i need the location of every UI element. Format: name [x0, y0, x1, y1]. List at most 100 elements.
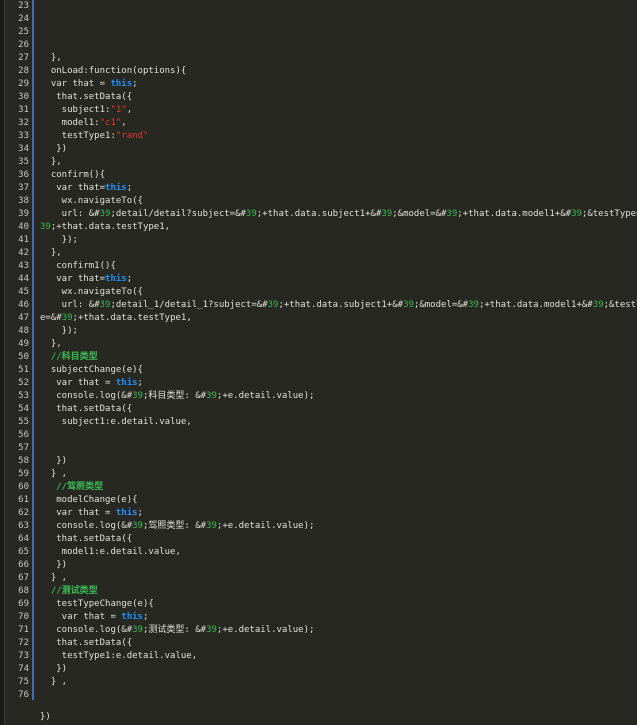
code-token: ; — [137, 378, 143, 388]
code-token: ;detail/detail?subject=&# — [110, 209, 246, 219]
keyword-token: this — [115, 378, 138, 388]
entity-token: 39 — [571, 209, 582, 219]
line-number: 38 — [18, 196, 29, 206]
code-token: e=&# — [40, 313, 62, 323]
entity-token: 39 — [61, 313, 73, 323]
code-token: }) — [40, 664, 68, 674]
code-token: ;+e.detail.value); — [216, 521, 315, 531]
line-number: 27 — [18, 53, 29, 63]
line-number: 41 — [18, 235, 29, 245]
code-token: }) — [40, 456, 68, 466]
line-number: 68 — [18, 586, 29, 596]
line-number: 67 — [18, 573, 29, 583]
code-token: , — [126, 105, 133, 115]
code-token: that.setData({ — [40, 638, 133, 648]
line-number: 30 — [18, 92, 29, 102]
code-token: subjectChange(e){ — [40, 365, 143, 375]
code-token: } , — [40, 573, 68, 583]
line-number: 35 — [18, 157, 29, 167]
entity-token: 39 — [40, 222, 51, 232]
line-number: 45 — [18, 287, 29, 297]
entity-token: 39 — [468, 300, 479, 310]
entity-token: 39 — [132, 391, 143, 401]
entity-token: 39 — [99, 300, 111, 310]
code-token: that.setData({ — [40, 404, 133, 414]
code-token: subject1:e.detail.value, — [40, 417, 192, 427]
code-token: ;驾照类型: &# — [142, 521, 207, 531]
code-line: var that=this; — [40, 182, 633, 195]
line-number: 70 — [18, 612, 29, 622]
line-number: 51 — [18, 365, 29, 375]
code-token: var that = — [40, 508, 116, 518]
line-number: 46 — [18, 300, 29, 310]
line-number: 31 — [18, 105, 29, 115]
keyword-token: this — [105, 183, 127, 193]
code-line: }, — [40, 156, 633, 169]
code-token: console.log(&# — [40, 521, 133, 531]
line-number: 33 — [18, 131, 29, 141]
code-line: testTypeChange(e){ — [40, 598, 633, 611]
code-token: ;+e.detail.value); — [216, 391, 315, 401]
line-number: 26 — [18, 40, 29, 50]
code-token: }) — [40, 144, 68, 154]
line-number: 60 — [18, 482, 29, 492]
code-line: subjectChange(e){ — [40, 364, 633, 377]
code-line: wx.navigateTo({ — [40, 195, 633, 208]
line-number: 73 — [18, 651, 29, 661]
entity-token: 39 — [592, 300, 604, 310]
entity-token: 39 — [267, 300, 279, 310]
code-line: console.log(&#39;测试类型: &#39;+e.detail.va… — [40, 624, 633, 637]
code-line: }) — [40, 663, 633, 676]
line-number: 47 — [18, 313, 29, 323]
code-token: ;&testTyp — [603, 300, 637, 310]
line-number: 59 — [18, 469, 29, 479]
code-token: }); — [40, 235, 78, 245]
code-token: var that= — [40, 274, 106, 284]
line-number: 64 — [18, 534, 29, 544]
comment-token: //测试类型 — [40, 586, 98, 596]
keyword-token: this — [105, 274, 127, 284]
code-token: } , — [40, 677, 68, 687]
code-token: wx.navigateTo({ — [40, 196, 143, 206]
line-number: 57 — [18, 443, 29, 453]
code-line: var that=this; — [40, 273, 633, 286]
line-number: 66 — [18, 560, 29, 570]
code-line: confirm1(){ — [40, 260, 633, 273]
line-number: 56 — [18, 430, 29, 440]
code-token: } , — [40, 469, 68, 479]
line-number: 28 — [18, 66, 29, 76]
code-line: //科目类型 — [40, 351, 633, 364]
code-token: subject1: — [40, 105, 111, 115]
code-editor: 23 24 25 26 27 }, 28 onLoad:function(options)… — [0, 0, 637, 725]
entity-token: 39 — [206, 521, 217, 531]
string-token: "rand" — [115, 131, 149, 141]
line-number: 39 — [18, 209, 29, 219]
line-number: 24 — [18, 14, 29, 24]
code-line: console.log(&#39;科目类型: &#39;+e.detail.va… — [40, 390, 633, 403]
line-number: 32 — [18, 118, 29, 128]
code-token: ; — [126, 274, 133, 284]
string-token: "c1" — [99, 118, 122, 128]
line-number: 50 — [18, 352, 29, 362]
string-token: "1" — [110, 105, 127, 115]
entity-token: 39 — [403, 300, 414, 310]
code-token: ;&model=&# — [413, 300, 469, 310]
line-number: 54 — [18, 404, 29, 414]
line-number: 76 — [18, 690, 29, 700]
code-line: }) — [40, 143, 633, 156]
line-number: 65 — [18, 547, 29, 557]
line-number: 44 — [18, 274, 29, 284]
code-token: testType1: — [40, 131, 116, 141]
code-token: ;科目类型: &# — [142, 391, 207, 401]
code-token: onLoad:function(options){ — [40, 66, 187, 76]
code-line: }, — [40, 247, 633, 260]
entity-token: 39 — [245, 209, 257, 219]
code-line: modelChange(e){ — [40, 494, 633, 507]
entity-token: 39 — [99, 209, 111, 219]
code-token: , — [121, 118, 127, 128]
code-token: var that= — [40, 183, 106, 193]
keyword-token: this — [121, 612, 143, 622]
code-line: onLoad:function(options){ — [40, 65, 633, 78]
code-token: modelChange(e){ — [40, 495, 138, 505]
code-token: model1:e.detail.value, — [40, 547, 181, 557]
